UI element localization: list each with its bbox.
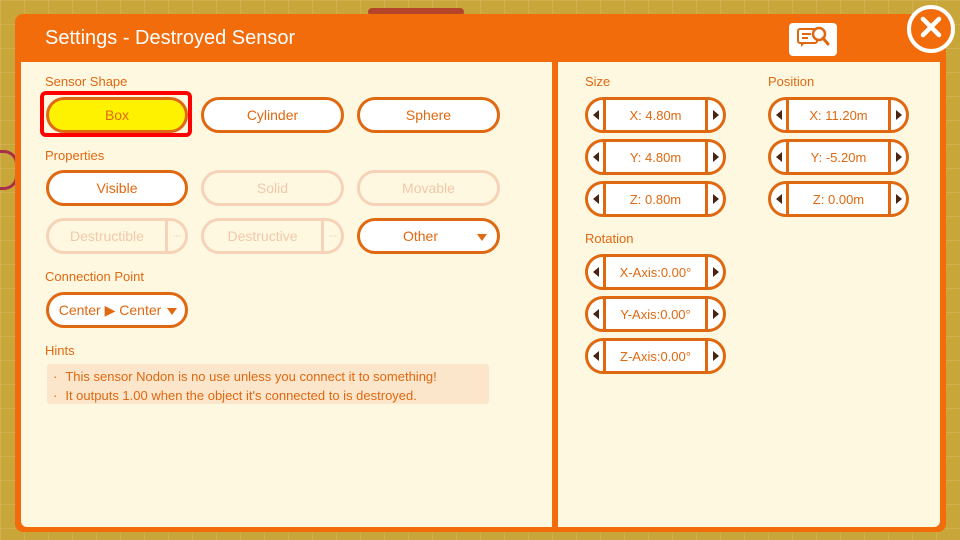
position-y-stepper[interactable]: Y: -5.20m xyxy=(768,139,909,175)
arrow-left-icon xyxy=(592,194,599,204)
help-search-icon xyxy=(795,24,831,55)
destructible-more-button: ··· xyxy=(165,221,185,251)
decrement-button[interactable] xyxy=(588,142,606,172)
size-y-stepper[interactable]: Y: 4.80m xyxy=(585,139,726,175)
title-bar: Settings - Destroyed Sensor xyxy=(15,14,946,62)
position-z-value: Z: 0.00m xyxy=(812,191,865,207)
connection-point-value: Center ▶ Center xyxy=(58,301,162,318)
arrow-right-icon xyxy=(712,267,719,277)
movable-toggle: Movable xyxy=(357,170,500,206)
close-button[interactable] xyxy=(907,5,955,53)
arrow-right-icon xyxy=(712,110,719,120)
solid-label: Solid xyxy=(256,180,289,196)
increment-button[interactable] xyxy=(705,100,723,130)
decrement-button[interactable] xyxy=(588,341,606,371)
position-label: Position xyxy=(768,74,815,89)
chevron-down-icon xyxy=(477,234,487,241)
close-icon xyxy=(918,14,944,45)
increment-button[interactable] xyxy=(888,142,906,172)
size-z-stepper[interactable]: Z: 0.80m xyxy=(585,181,726,217)
selection-highlight xyxy=(40,91,192,137)
increment-button[interactable] xyxy=(705,257,723,287)
dialog-title: Settings - Destroyed Sensor xyxy=(45,27,296,49)
decrement-button[interactable] xyxy=(771,184,789,214)
rotation-x-value: X-Axis:0.00° xyxy=(619,264,692,280)
shape-cylinder-label: Cylinder xyxy=(246,107,299,123)
decrement-button[interactable] xyxy=(588,184,606,214)
shape-sphere-label: Sphere xyxy=(405,107,452,123)
shape-sphere-button[interactable]: Sphere xyxy=(357,97,500,133)
connection-point-label: Connection Point xyxy=(45,269,145,284)
arrow-right-icon xyxy=(895,194,902,204)
destructible-label: Destructible xyxy=(70,228,144,244)
size-label: Size xyxy=(585,74,611,89)
size-x-value: X: 4.80m xyxy=(629,107,682,123)
arrow-right-icon xyxy=(712,194,719,204)
connection-point-dropdown[interactable]: Center ▶ Center xyxy=(46,292,188,328)
arrow-left-icon xyxy=(592,309,599,319)
arrow-left-icon xyxy=(592,267,599,277)
increment-button[interactable] xyxy=(705,341,723,371)
arrow-left-icon xyxy=(775,152,782,162)
decrement-button[interactable] xyxy=(588,100,606,130)
chevron-down-icon xyxy=(167,308,177,315)
increment-button[interactable] xyxy=(705,299,723,329)
destructible-toggle: Destructible ··· xyxy=(46,218,188,254)
arrow-left-icon xyxy=(592,152,599,162)
increment-button[interactable] xyxy=(705,184,723,214)
shape-cylinder-button[interactable]: Cylinder xyxy=(201,97,344,133)
rotation-y-stepper[interactable]: Y-Axis:0.00° xyxy=(585,296,726,332)
decrement-button[interactable] xyxy=(588,257,606,287)
size-y-value: Y: 4.80m xyxy=(629,149,682,165)
visible-label: Visible xyxy=(96,180,138,196)
rotation-x-stepper[interactable]: X-Axis:0.00° xyxy=(585,254,726,290)
rotation-y-value: Y-Axis:0.00° xyxy=(620,306,691,322)
arrow-left-icon xyxy=(775,194,782,204)
size-x-stepper[interactable]: X: 4.80m xyxy=(585,97,726,133)
destructive-more-button: ··· xyxy=(321,221,341,251)
rotation-z-stepper[interactable]: Z-Axis:0.00° xyxy=(585,338,726,374)
movable-label: Movable xyxy=(402,180,455,196)
rotation-label: Rotation xyxy=(585,231,634,246)
arrow-right-icon xyxy=(895,152,902,162)
destructive-toggle: Destructive ··· xyxy=(201,218,344,254)
help-button[interactable] xyxy=(789,23,837,56)
decrement-button[interactable] xyxy=(771,142,789,172)
position-z-stepper[interactable]: Z: 0.00m xyxy=(768,181,909,217)
solid-toggle: Solid xyxy=(201,170,344,206)
sensor-shape-label: Sensor Shape xyxy=(45,74,128,89)
destructive-label: Destructive xyxy=(227,228,298,244)
other-label: Other xyxy=(402,228,438,244)
decrement-button[interactable] xyxy=(588,299,606,329)
properties-label: Properties xyxy=(45,148,105,163)
arrow-right-icon xyxy=(712,309,719,319)
decrement-button[interactable] xyxy=(771,100,789,130)
arrow-left-icon xyxy=(775,110,782,120)
increment-button[interactable] xyxy=(705,142,723,172)
rotation-z-value: Z-Axis:0.00° xyxy=(620,348,691,364)
increment-button[interactable] xyxy=(888,184,906,214)
other-dropdown[interactable]: Other xyxy=(357,218,500,254)
position-x-stepper[interactable]: X: 11.20m xyxy=(768,97,909,133)
arrow-left-icon xyxy=(592,351,599,361)
position-x-value: X: 11.20m xyxy=(809,107,868,123)
position-y-value: Y: -5.20m xyxy=(810,149,867,165)
visible-toggle[interactable]: Visible xyxy=(46,170,188,206)
arrow-right-icon xyxy=(895,110,902,120)
hints-label: Hints xyxy=(45,343,75,358)
arrow-left-icon xyxy=(592,110,599,120)
increment-button[interactable] xyxy=(888,100,906,130)
size-z-value: Z: 0.80m xyxy=(629,191,682,207)
hint-line: This sensor Nodon is no use unless you c… xyxy=(53,367,489,386)
arrow-right-icon xyxy=(712,152,719,162)
hint-line: It outputs 1.00 when the object it's con… xyxy=(53,386,489,405)
hints-box: This sensor Nodon is no use unless you c… xyxy=(47,364,489,404)
arrow-right-icon xyxy=(712,351,719,361)
